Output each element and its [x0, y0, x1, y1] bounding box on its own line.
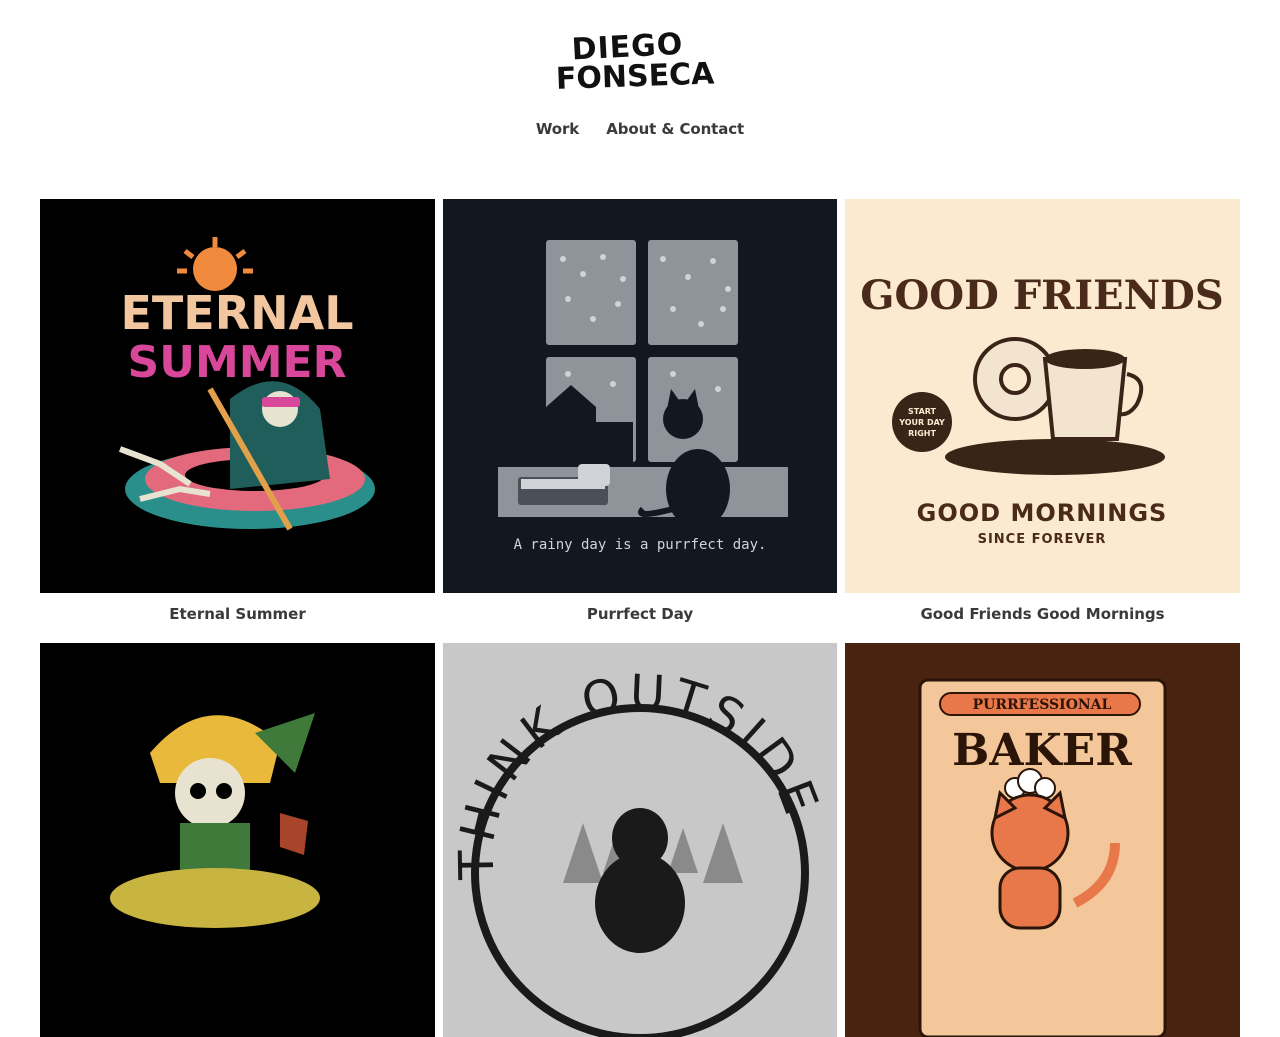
- portfolio-grid: ETERNAL SUMMER Eternal Summer A rainy da…: [40, 199, 1240, 1037]
- nav-item-about-contact[interactable]: About & Contact: [606, 120, 744, 138]
- project-card-eternal-summer[interactable]: ETERNAL SUMMER Eternal Summer: [40, 199, 435, 643]
- good-friends-artwork: GOOD FRIENDS START YOUR DAY RIGHT GOOD M…: [845, 199, 1240, 593]
- art-bottom-text: GOOD MORNINGS: [917, 499, 1168, 527]
- project-card-skeleton-hero[interactable]: [40, 643, 435, 1037]
- project-thumbnail[interactable]: GOOD FRIENDS START YOUR DAY RIGHT GOOD M…: [845, 199, 1240, 593]
- project-title[interactable]: Purrfect Day: [443, 593, 837, 643]
- art-banner: PURRFESSIONAL: [973, 697, 1112, 713]
- donut-icon: [973, 337, 1057, 421]
- nav-item-work[interactable]: Work: [536, 120, 579, 138]
- project-thumbnail[interactable]: PURRFESSIONAL BAKER: [845, 643, 1240, 1037]
- eternal-summer-artwork: ETERNAL SUMMER: [40, 199, 435, 593]
- project-thumbnail[interactable]: A rainy day is a purrfect day.: [443, 199, 837, 593]
- project-title[interactable]: Eternal Summer: [40, 593, 435, 643]
- project-thumbnail[interactable]: THINK OUTSIDE: [443, 643, 837, 1037]
- project-thumbnail[interactable]: [40, 643, 435, 1037]
- art-line2: SUMMER: [128, 337, 347, 388]
- art-sub-text: SINCE FOREVER: [978, 532, 1107, 547]
- project-card-good-friends[interactable]: GOOD FRIENDS START YOUR DAY RIGHT GOOD M…: [845, 199, 1240, 643]
- logo-line2: FONSECA: [555, 56, 715, 92]
- purrfessional-baker-artwork: PURRFESSIONAL BAKER: [845, 643, 1240, 1037]
- badge-line1: START: [908, 407, 937, 416]
- art-word: BAKER: [952, 725, 1132, 776]
- site-logo[interactable]: DIEGO FONSECA: [550, 24, 730, 92]
- skeleton-hero-artwork: [40, 643, 435, 1037]
- badge-icon: START YOUR DAY RIGHT: [892, 392, 952, 452]
- project-title[interactable]: Good Friends Good Mornings: [845, 593, 1240, 643]
- project-thumbnail[interactable]: ETERNAL SUMMER: [40, 199, 435, 593]
- badge-line3: RIGHT: [908, 429, 936, 438]
- project-card-purrfessional-baker[interactable]: PURRFESSIONAL BAKER: [845, 643, 1240, 1037]
- art-top-text: GOOD FRIENDS: [860, 272, 1223, 319]
- badge-line2: YOUR DAY: [898, 418, 945, 427]
- site-header: DIEGO FONSECA Work About & Contact: [0, 0, 1280, 190]
- think-outside-artwork: THINK OUTSIDE: [443, 643, 837, 1037]
- art-tagline: A rainy day is a purrfect day.: [514, 537, 767, 553]
- art-line1: ETERNAL: [120, 286, 353, 340]
- project-card-think-outside[interactable]: THINK OUTSIDE: [443, 643, 837, 1037]
- main-nav: Work About & Contact: [0, 119, 1280, 138]
- project-card-purrfect-day[interactable]: A rainy day is a purrfect day. Purrfect …: [443, 199, 837, 643]
- purrfect-day-artwork: A rainy day is a purrfect day.: [443, 199, 837, 593]
